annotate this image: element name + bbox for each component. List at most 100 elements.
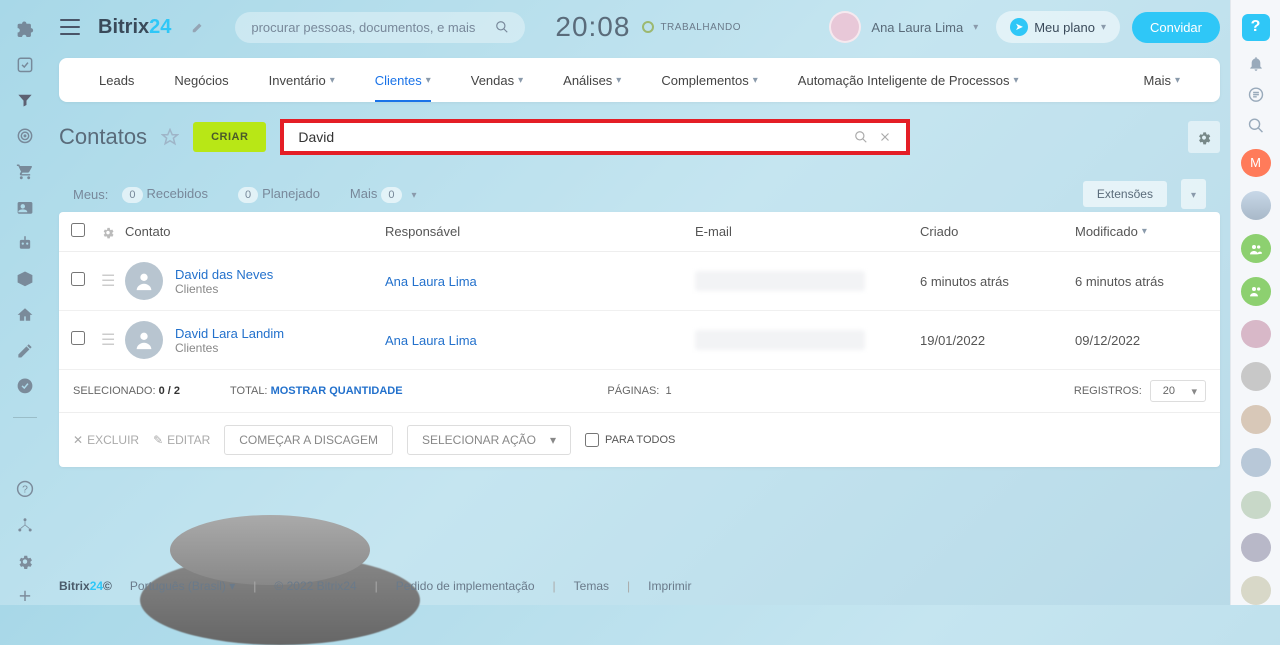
help-button[interactable]: ? xyxy=(1242,14,1270,41)
chat-icon[interactable] xyxy=(1247,86,1265,103)
user-avatar[interactable] xyxy=(1241,320,1271,349)
search-icon[interactable] xyxy=(854,130,868,144)
tab-clientes[interactable]: Clientes▾ xyxy=(355,58,451,102)
col-created[interactable]: Criado xyxy=(920,224,1075,239)
contact-avatar-icon xyxy=(125,321,163,359)
table-row[interactable]: ☰ David das Neves Clientes Ana Laura Lim… xyxy=(59,252,1220,311)
responsible-link[interactable]: Ana Laura Lima xyxy=(385,274,695,289)
contact-name-link[interactable]: David das Neves xyxy=(175,267,273,282)
tab-negocios[interactable]: Negócios xyxy=(154,58,248,102)
target-icon[interactable] xyxy=(16,127,34,145)
settings-button[interactable] xyxy=(1188,121,1220,153)
star-icon[interactable] xyxy=(161,128,179,146)
menu-button[interactable] xyxy=(60,19,80,35)
email-redacted xyxy=(695,330,865,350)
user-avatar[interactable] xyxy=(1241,191,1271,220)
row-menu[interactable]: ☰ xyxy=(101,330,125,350)
copyright: © 2022 Bitrix24 xyxy=(274,579,356,593)
contacts-icon[interactable] xyxy=(16,199,34,217)
invite-button[interactable]: Convidar xyxy=(1132,12,1220,43)
print-link[interactable]: Imprimir xyxy=(648,579,691,593)
left-sidebar: ? xyxy=(0,0,50,605)
user-avatar[interactable] xyxy=(1241,405,1271,434)
puzzle-icon[interactable] xyxy=(16,20,34,38)
for-all-checkbox[interactable]: PARA TODOS xyxy=(585,433,675,447)
user-name: Ana Laura Lima xyxy=(871,20,963,35)
contact-type: Clientes xyxy=(175,341,284,355)
actions-row: ✕ EXCLUIR ✎ EDITAR COMEÇAR A DISCAGEM SE… xyxy=(59,413,1220,467)
plan-button[interactable]: ➤ Meu plano ▾ xyxy=(996,11,1120,43)
col-email[interactable]: E-mail xyxy=(695,224,920,239)
pencil-icon[interactable] xyxy=(191,20,205,34)
check-icon[interactable] xyxy=(16,56,34,74)
row-checkbox[interactable] xyxy=(71,331,85,345)
row-checkbox[interactable] xyxy=(71,272,85,286)
filter-icon[interactable] xyxy=(16,91,34,109)
create-button[interactable]: CRIAR xyxy=(193,122,266,152)
extensions-button[interactable]: Extensões xyxy=(1083,181,1167,207)
help-icon[interactable]: ? xyxy=(16,480,34,498)
dial-button[interactable]: COMEÇAR A DISCAGEM xyxy=(224,425,393,455)
lang-selector[interactable]: Português (Brasil) ▾ xyxy=(130,579,235,593)
contacts-search-filter[interactable] xyxy=(280,119,910,155)
themes-link[interactable]: Temas xyxy=(574,579,609,593)
user-avatar[interactable] xyxy=(1241,533,1271,562)
page-footer: Bitrix24© Português (Brasil) ▾ | © 2022 … xyxy=(59,579,691,593)
pill-planned[interactable]: 0Planejado xyxy=(238,185,336,203)
gear-icon[interactable] xyxy=(16,552,34,570)
status-text[interactable]: TRABALHANDO xyxy=(660,22,741,33)
user-avatar[interactable] xyxy=(1241,491,1271,520)
box-icon[interactable] xyxy=(16,270,34,288)
cart-icon[interactable] xyxy=(16,163,34,181)
records-dropdown[interactable]: 20▾ xyxy=(1150,380,1206,402)
col-contact[interactable]: Contato xyxy=(125,224,385,239)
table-row[interactable]: ☰ David Lara Landim Clientes Ana Laura L… xyxy=(59,311,1220,370)
column-settings[interactable] xyxy=(101,225,125,239)
tab-analises[interactable]: Análises▾ xyxy=(543,58,641,102)
clock[interactable]: 20:08 xyxy=(555,11,630,43)
tab-more[interactable]: Mais▾ xyxy=(1124,58,1200,102)
check-circle-icon[interactable] xyxy=(16,377,34,395)
tab-vendas[interactable]: Vendas▾ xyxy=(451,58,543,102)
user-menu[interactable]: Ana Laura Lima ▾ xyxy=(829,11,978,43)
tab-leads[interactable]: Leads xyxy=(79,58,154,102)
select-action-dropdown[interactable]: SELECIONAR AÇÃO▾ xyxy=(407,425,571,455)
search-icon[interactable] xyxy=(1247,117,1265,134)
pill-received[interactable]: 0Recebidos xyxy=(122,185,224,203)
modified-date: 6 minutos atrás xyxy=(1075,274,1208,289)
contacts-search-input[interactable] xyxy=(298,129,854,145)
group-icon[interactable] xyxy=(1241,234,1271,263)
show-total-link[interactable]: MOSTRAR QUANTIDADE xyxy=(271,385,403,397)
user-avatar[interactable] xyxy=(1241,362,1271,391)
footer-brand[interactable]: Bitrix24© xyxy=(59,579,112,593)
tab-inventario[interactable]: Inventário▾ xyxy=(249,58,355,102)
user-avatar[interactable] xyxy=(1241,448,1271,477)
row-menu[interactable]: ☰ xyxy=(101,271,125,291)
pill-more[interactable]: Mais0▾ xyxy=(350,185,417,203)
pages: PÁGINAS: 1 xyxy=(607,385,671,397)
building-icon[interactable] xyxy=(16,306,34,324)
plus-icon[interactable] xyxy=(16,587,34,605)
extensions-dropdown[interactable]: ▾ xyxy=(1181,179,1206,209)
contact-name-link[interactable]: David Lara Landim xyxy=(175,326,284,341)
edit-button[interactable]: ✎ EDITAR xyxy=(153,433,210,447)
tab-automacao[interactable]: Automação Inteligente de Processos▾ xyxy=(778,58,1039,102)
global-search[interactable]: procurar pessoas, documentos, e mais xyxy=(235,12,525,43)
group-icon[interactable] xyxy=(1241,277,1271,306)
robot-icon[interactable] xyxy=(16,234,34,252)
email-redacted xyxy=(695,271,865,291)
responsible-link[interactable]: Ana Laura Lima xyxy=(385,333,695,348)
user-avatar-m[interactable]: M xyxy=(1241,149,1271,178)
tab-complementos[interactable]: Complementos▾ xyxy=(641,58,777,102)
brand-logo[interactable]: Bitrix24 xyxy=(98,16,171,39)
sitemap-icon[interactable] xyxy=(16,516,34,534)
user-avatar[interactable] xyxy=(1241,576,1271,605)
clear-icon[interactable] xyxy=(878,130,892,144)
pen-icon[interactable] xyxy=(16,342,34,360)
select-all-checkbox[interactable] xyxy=(71,223,85,237)
bell-icon[interactable] xyxy=(1247,55,1265,72)
col-responsible[interactable]: Responsável xyxy=(385,224,695,239)
col-modified[interactable]: Modificado▾ xyxy=(1075,224,1208,239)
delete-button[interactable]: ✕ EXCLUIR xyxy=(73,433,139,447)
impl-link[interactable]: Pedido de implementação xyxy=(396,579,535,593)
